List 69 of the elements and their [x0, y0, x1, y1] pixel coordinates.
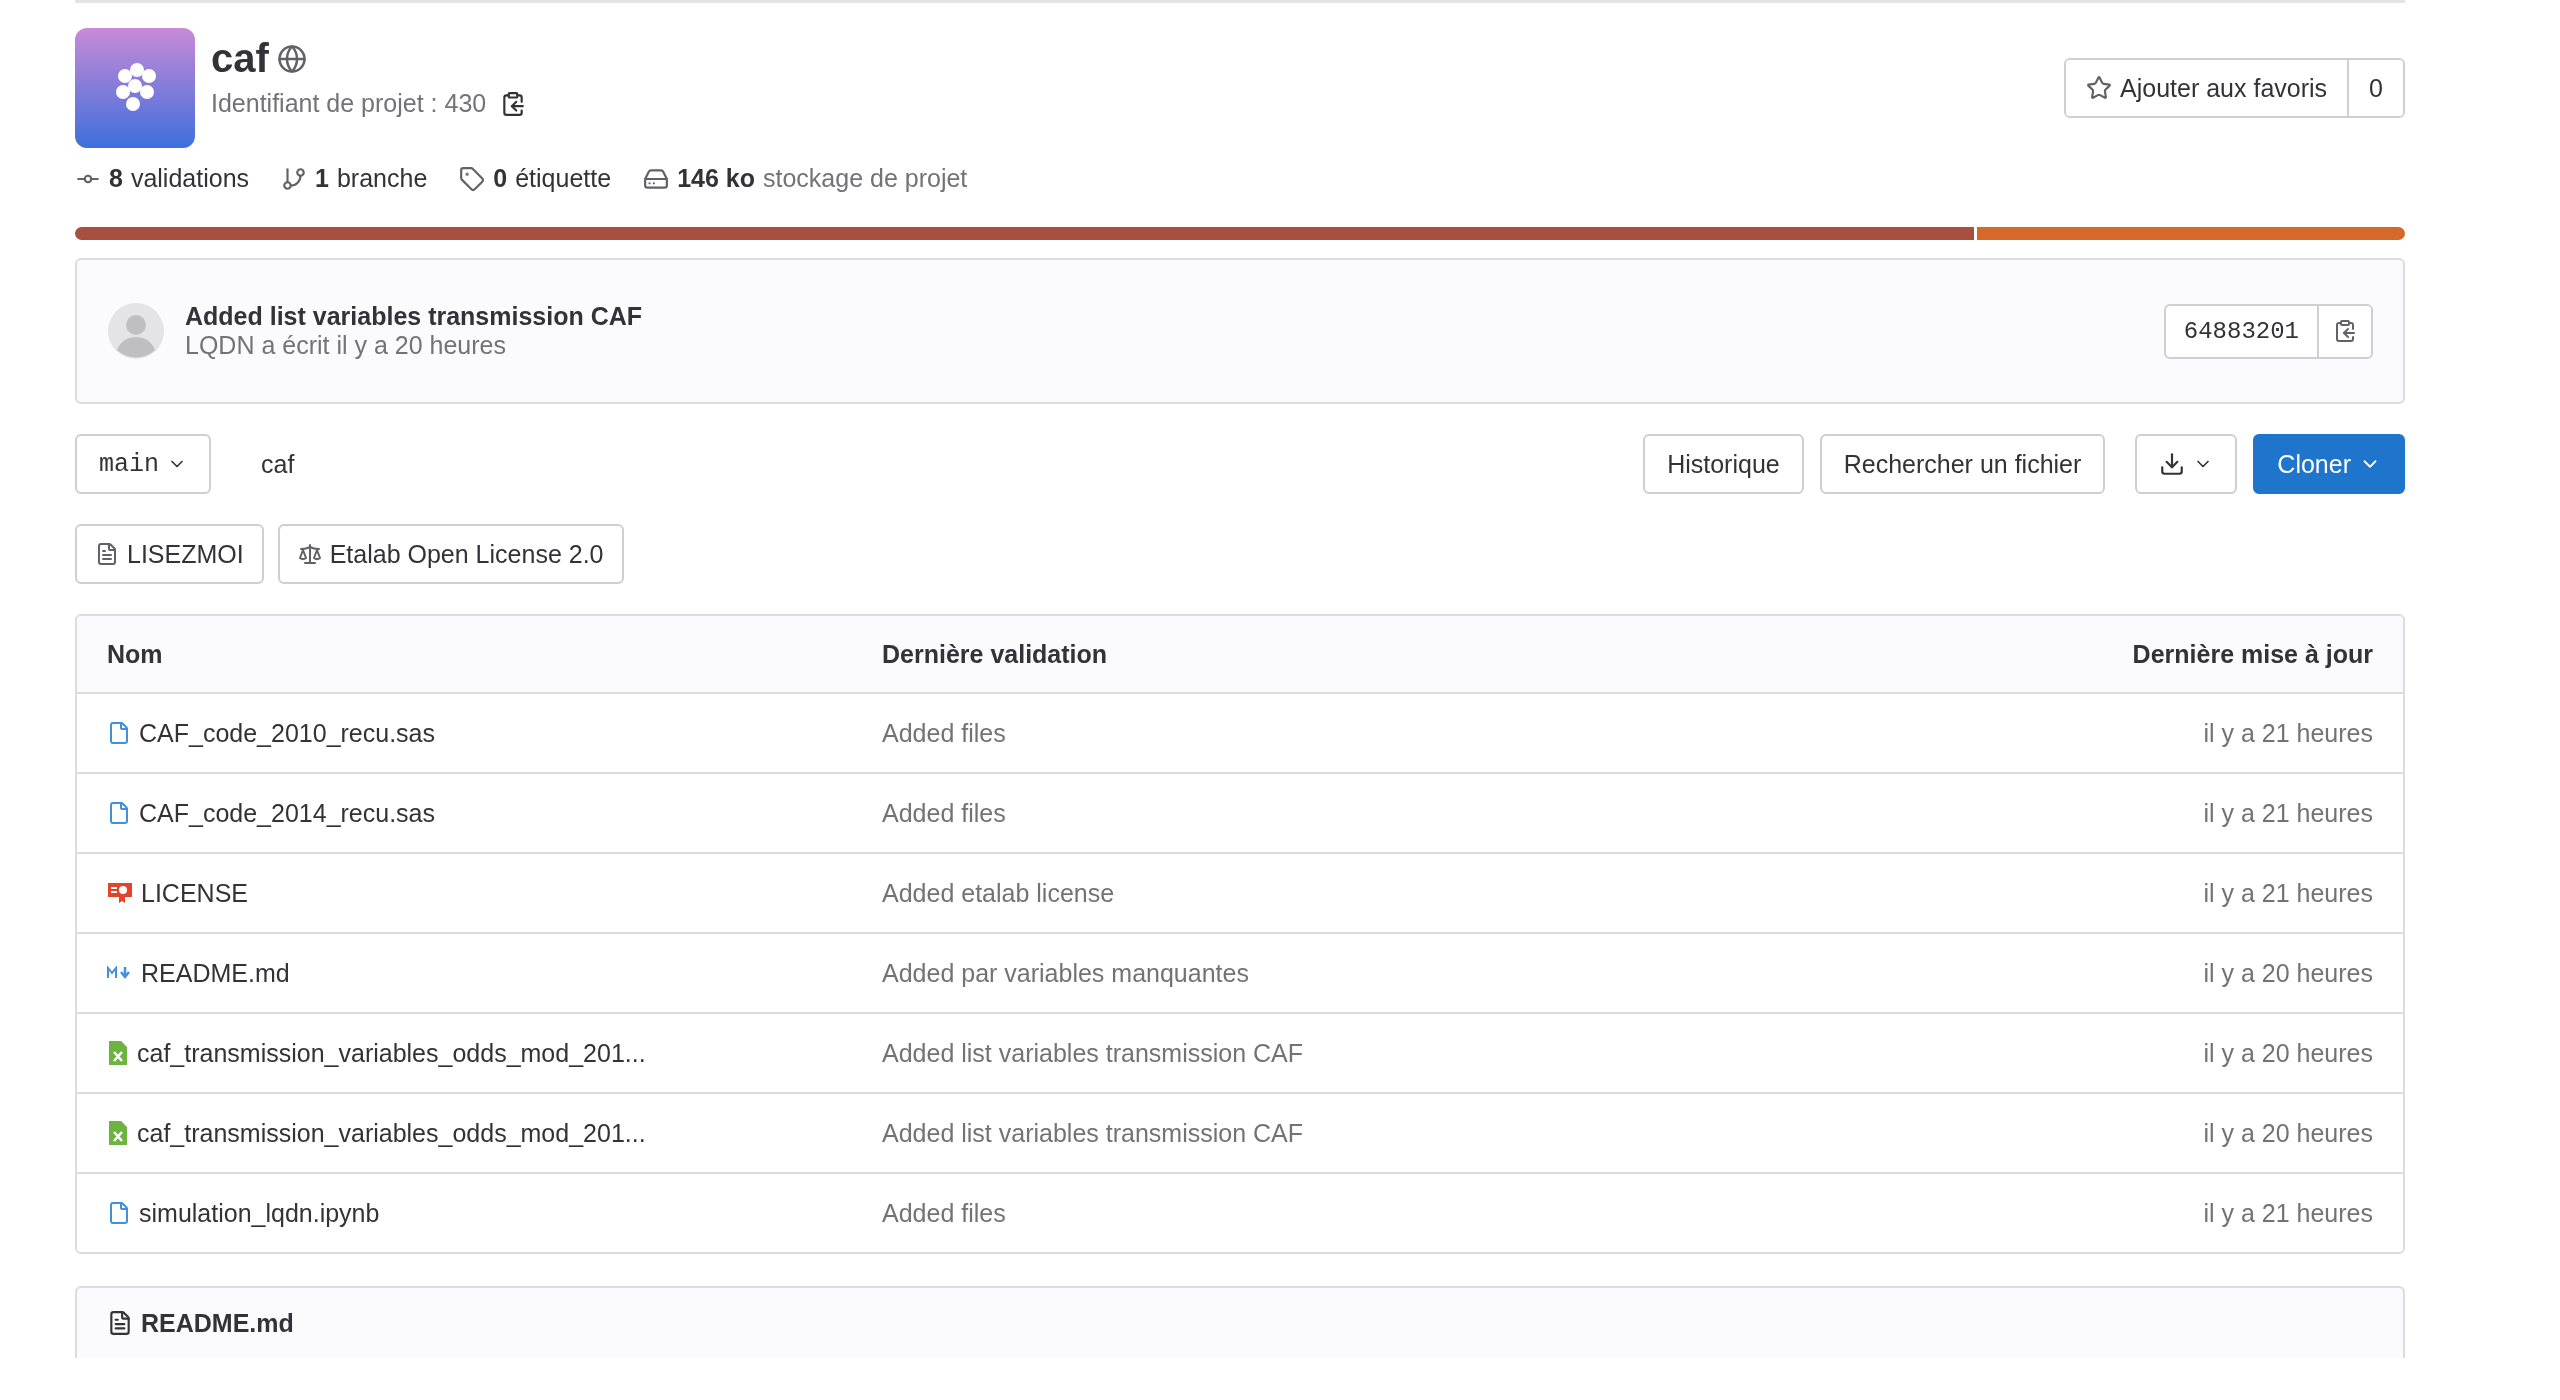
document-icon	[107, 1310, 133, 1336]
commit-meta: LQDN a écrit il y a 20 heures	[185, 331, 506, 359]
stat-value: 8	[109, 164, 123, 193]
file-icon	[107, 721, 131, 745]
project-badge[interactable]: LISEZMOI	[75, 524, 264, 584]
copy-icon[interactable]	[500, 90, 527, 117]
commit-link[interactable]: Added list variables transmission CAF	[882, 1038, 1303, 1068]
commit-link[interactable]: Added files	[882, 1198, 1006, 1228]
commit-link[interactable]: Added files	[882, 718, 1006, 748]
spreadsheet-icon	[107, 1120, 129, 1146]
commit-link[interactable]: Added par variables manquantes	[882, 958, 1249, 988]
markdown-icon	[107, 966, 133, 980]
file-link[interactable]: simulation_lqdn.ipynb	[107, 1198, 380, 1228]
tag-icon	[459, 165, 486, 192]
download-dropdown[interactable]	[2135, 434, 2238, 494]
project-id: Identifiant de projet : 430	[211, 89, 487, 118]
updated-time: il y a 21 heures	[2202, 1198, 2373, 1228]
file-link[interactable]: CAF_code_2014_recu.sas	[107, 798, 436, 828]
project-title: caf	[211, 36, 269, 81]
toolbar-button[interactable]: Historique	[1643, 434, 1804, 494]
updated-time: il y a 21 heures	[2202, 878, 2373, 908]
branch-icon	[281, 165, 308, 192]
updated-time: il y a 20 heures	[2202, 1118, 2373, 1148]
commit-title[interactable]: Added list variables transmission CAF	[185, 302, 643, 331]
user-avatar-icon	[107, 302, 165, 360]
scale-icon	[297, 542, 322, 566]
stat-label: validations	[130, 164, 250, 193]
commit-link[interactable]: Added files	[882, 798, 1006, 828]
clone-button[interactable]: Cloner	[2253, 434, 2405, 494]
file-icon	[107, 1201, 131, 1225]
stat-label: stockage de projet	[763, 164, 968, 193]
project-stat[interactable]: 8 validations	[75, 164, 250, 193]
updated-time: il y a 20 heures	[2202, 958, 2373, 988]
commit-link[interactable]: Added list variables transmission CAF	[882, 1118, 1303, 1148]
stat-value: 0	[493, 164, 508, 193]
file-link[interactable]: caf_transmission_variables_odds_mod_201...	[107, 1118, 646, 1148]
project-stat[interactable]: 0 étiquette	[459, 164, 612, 193]
file-link[interactable]: caf_transmission_variables_odds_mod_201...	[107, 1038, 646, 1068]
stat-label: étiquette	[515, 164, 612, 193]
file-link[interactable]: README.md	[107, 958, 290, 988]
column-header: Dernière validation	[882, 639, 1109, 669]
copy-icon	[2333, 319, 2357, 343]
branch-dropdown[interactable]: main	[75, 434, 211, 494]
updated-time: il y a 21 heures	[2202, 798, 2373, 828]
star-icon	[2086, 75, 2113, 101]
path-breadcrumb[interactable]: caf	[261, 449, 295, 479]
star-count[interactable]: 0	[2347, 60, 2403, 116]
stat-value: 146 ko	[677, 164, 755, 193]
file-link[interactable]: LICENSE	[107, 878, 248, 908]
column-header: Nom	[107, 639, 164, 669]
column-header: Dernière mise à jour	[2131, 639, 2373, 669]
globe-icon	[276, 43, 307, 74]
readme-title: README.md	[141, 1308, 294, 1338]
certificate-icon	[107, 881, 133, 905]
project-stat[interactable]: 1 branche	[281, 164, 428, 193]
spreadsheet-icon	[107, 1040, 129, 1066]
project-stat[interactable]: 146 ko stockage de projet	[643, 164, 968, 193]
document-icon	[95, 542, 119, 566]
file-icon	[107, 801, 131, 825]
updated-time: il y a 20 heures	[2202, 1038, 2373, 1068]
stat-label: branche	[336, 164, 428, 193]
file-link[interactable]: CAF_code_2010_recu.sas	[107, 718, 436, 748]
toolbar-button[interactable]: Rechercher un fichier	[1819, 434, 2106, 494]
commit-link[interactable]: Added etalab license	[882, 878, 1115, 908]
copy-button[interactable]	[2317, 305, 2371, 357]
updated-time: il y a 21 heures	[2202, 718, 2373, 748]
project-badge[interactable]: Etalab Open License 2.0	[277, 524, 624, 584]
stat-value: 1	[315, 164, 329, 193]
download-icon	[2159, 451, 2186, 477]
